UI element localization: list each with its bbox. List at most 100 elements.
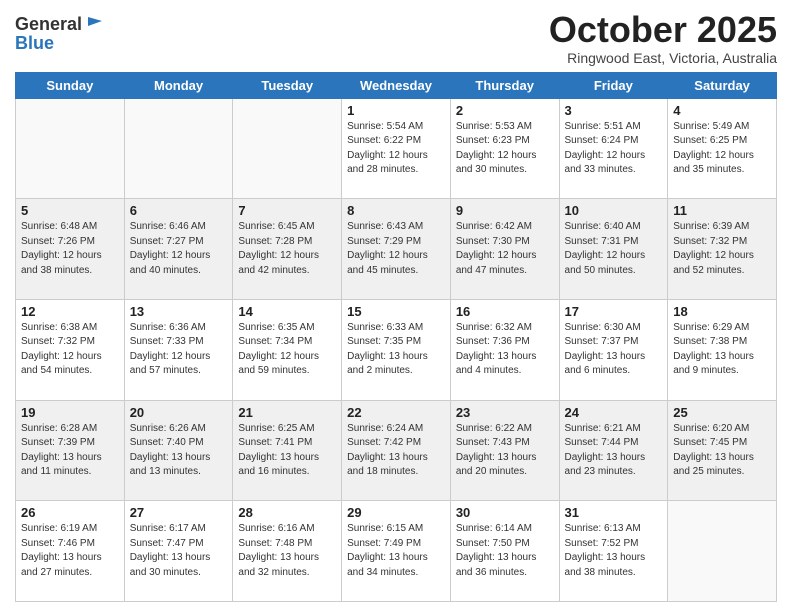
day-info: Sunrise: 6:14 AMSunset: 7:50 PMDaylight:…: [456, 522, 554, 580]
calendar-table: SundayMondayTuesdayWednesdayThursdayFrid…: [15, 72, 777, 602]
calendar-cell-3-4: 23 Sunrise: 6:22 AMSunset: 7:43 PMDayligh…: [450, 400, 559, 501]
header: General Blue October 2025 Ringwood East,…: [15, 10, 777, 66]
calendar-cell-1-0: 5 Sunrise: 6:48 AMSunset: 7:26 PMDaylight…: [16, 199, 125, 300]
calendar-cell-1-3: 8Sunrise: 6:43 AMSunset: 7:29 PMDaylight…: [342, 199, 451, 300]
calendar-cell-2-6: 18 Sunrise: 6:29 AMSunset: 7:38 PMDayligh…: [668, 299, 777, 400]
day-number: 2: [456, 103, 554, 118]
calendar-cell-2-3: 15 Sunrise: 6:33 AMSunset: 7:35 PMDayligh…: [342, 299, 451, 400]
calendar-cell-4-2: 28 Sunrise: 6:16 AMSunset: 7:48 PMDayligh…: [233, 501, 342, 602]
day-info: Sunrise: 5:49 AMSunset: 6:25 PMDaylight:…: [673, 120, 771, 178]
day-info: Sunrise: 6:21 AMSunset: 7:44 PMDaylight:…: [565, 422, 663, 480]
weekday-header-monday: Monday: [124, 72, 233, 98]
day-info: Sunrise: 6:29 AMSunset: 7:38 PMDaylight:…: [673, 321, 771, 379]
day-number: 20: [130, 405, 228, 420]
day-info: Sunrise: 6:15 AMSunset: 7:49 PMDaylight:…: [347, 522, 445, 580]
calendar-cell-0-0: [16, 98, 125, 199]
calendar-cell-3-1: 20 Sunrise: 6:26 AMSunset: 7:40 PMDayligh…: [124, 400, 233, 501]
day-number: 1: [347, 103, 445, 118]
day-number: 3: [565, 103, 663, 118]
calendar-row-4: 26 Sunrise: 6:19 AMSunset: 7:46 PMDayligh…: [16, 501, 777, 602]
day-number: 28: [238, 505, 336, 520]
day-number: 13: [130, 304, 228, 319]
title-block: October 2025 Ringwood East, Victoria, Au…: [549, 10, 777, 66]
day-info: Sunrise: 6:33 AMSunset: 7:35 PMDaylight:…: [347, 321, 445, 379]
day-info: Sunrise: 6:30 AMSunset: 7:37 PMDaylight:…: [565, 321, 663, 379]
weekday-header-saturday: Saturday: [668, 72, 777, 98]
calendar-cell-3-5: 24 Sunrise: 6:21 AMSunset: 7:44 PMDayligh…: [559, 400, 668, 501]
weekday-header-friday: Friday: [559, 72, 668, 98]
day-info: Sunrise: 6:20 AMSunset: 7:45 PMDaylight:…: [673, 422, 771, 480]
day-number: 4: [673, 103, 771, 118]
day-info: Sunrise: 5:51 AMSunset: 6:24 PMDaylight:…: [565, 120, 663, 178]
calendar-row-2: 12 Sunrise: 6:38 AMSunset: 7:32 PMDayligh…: [16, 299, 777, 400]
day-info: Sunrise: 6:48 AMSunset: 7:26 PMDaylight:…: [21, 220, 119, 278]
calendar-cell-1-2: 7Sunrise: 6:45 AMSunset: 7:28 PMDaylight…: [233, 199, 342, 300]
page: General Blue October 2025 Ringwood East,…: [0, 0, 792, 612]
logo-general-text: General: [15, 14, 82, 35]
day-number: 23: [456, 405, 554, 420]
calendar-cell-0-3: 1Sunrise: 5:54 AMSunset: 6:22 PMDaylight…: [342, 98, 451, 199]
calendar-cell-1-5: 10 Sunrise: 6:40 AMSunset: 7:31 PMDayligh…: [559, 199, 668, 300]
day-number: 6: [130, 203, 228, 218]
month-title: October 2025: [549, 10, 777, 50]
day-number: 31: [565, 505, 663, 520]
day-number: 24: [565, 405, 663, 420]
day-info: Sunrise: 6:19 AMSunset: 7:46 PMDaylight:…: [21, 522, 119, 580]
calendar-cell-0-6: 4 Sunrise: 5:49 AMSunset: 6:25 PMDaylight…: [668, 98, 777, 199]
day-number: 8: [347, 203, 445, 218]
day-info: Sunrise: 6:40 AMSunset: 7:31 PMDaylight:…: [565, 220, 663, 278]
location-subtitle: Ringwood East, Victoria, Australia: [549, 50, 777, 66]
day-number: 30: [456, 505, 554, 520]
day-info: Sunrise: 6:36 AMSunset: 7:33 PMDaylight:…: [130, 321, 228, 379]
calendar-cell-4-5: 31Sunrise: 6:13 AMSunset: 7:52 PMDayligh…: [559, 501, 668, 602]
day-info: Sunrise: 6:26 AMSunset: 7:40 PMDaylight:…: [130, 422, 228, 480]
logo: General Blue: [15, 14, 106, 54]
calendar-cell-4-6: [668, 501, 777, 602]
calendar-cell-3-3: 22Sunrise: 6:24 AMSunset: 7:42 PMDayligh…: [342, 400, 451, 501]
calendar-row-1: 5 Sunrise: 6:48 AMSunset: 7:26 PMDaylight…: [16, 199, 777, 300]
calendar-cell-0-1: [124, 98, 233, 199]
day-info: Sunrise: 6:16 AMSunset: 7:48 PMDaylight:…: [238, 522, 336, 580]
weekday-header-sunday: Sunday: [16, 72, 125, 98]
calendar-cell-3-6: 25Sunrise: 6:20 AMSunset: 7:45 PMDayligh…: [668, 400, 777, 501]
day-info: Sunrise: 6:38 AMSunset: 7:32 PMDaylight:…: [21, 321, 119, 379]
day-number: 5: [21, 203, 119, 218]
calendar-cell-4-4: 30 Sunrise: 6:14 AMSunset: 7:50 PMDayligh…: [450, 501, 559, 602]
day-info: Sunrise: 6:42 AMSunset: 7:30 PMDaylight:…: [456, 220, 554, 278]
calendar-cell-1-4: 9Sunrise: 6:42 AMSunset: 7:30 PMDaylight…: [450, 199, 559, 300]
calendar-row-3: 19 Sunrise: 6:28 AMSunset: 7:39 PMDayligh…: [16, 400, 777, 501]
day-number: 18: [673, 304, 771, 319]
day-number: 22: [347, 405, 445, 420]
day-number: 16: [456, 304, 554, 319]
day-number: 10: [565, 203, 663, 218]
day-info: Sunrise: 6:39 AMSunset: 7:32 PMDaylight:…: [673, 220, 771, 278]
calendar-cell-2-1: 13 Sunrise: 6:36 AMSunset: 7:33 PMDayligh…: [124, 299, 233, 400]
day-info: Sunrise: 6:32 AMSunset: 7:36 PMDaylight:…: [456, 321, 554, 379]
calendar-cell-2-5: 17 Sunrise: 6:30 AMSunset: 7:37 PMDayligh…: [559, 299, 668, 400]
day-number: 29: [347, 505, 445, 520]
calendar-cell-1-1: 6 Sunrise: 6:46 AMSunset: 7:27 PMDaylight…: [124, 199, 233, 300]
day-info: Sunrise: 6:22 AMSunset: 7:43 PMDaylight:…: [456, 422, 554, 480]
day-number: 26: [21, 505, 119, 520]
day-number: 7: [238, 203, 336, 218]
calendar-cell-0-5: 3 Sunrise: 5:51 AMSunset: 6:24 PMDaylight…: [559, 98, 668, 199]
calendar-cell-3-2: 21Sunrise: 6:25 AMSunset: 7:41 PMDayligh…: [233, 400, 342, 501]
day-info: Sunrise: 6:28 AMSunset: 7:39 PMDaylight:…: [21, 422, 119, 480]
calendar-header-row: SundayMondayTuesdayWednesdayThursdayFrid…: [16, 72, 777, 98]
logo-blue-text: Blue: [15, 33, 106, 54]
day-number: 19: [21, 405, 119, 420]
calendar-cell-2-2: 14Sunrise: 6:35 AMSunset: 7:34 PMDayligh…: [233, 299, 342, 400]
calendar-cell-3-0: 19 Sunrise: 6:28 AMSunset: 7:39 PMDayligh…: [16, 400, 125, 501]
day-info: Sunrise: 5:53 AMSunset: 6:23 PMDaylight:…: [456, 120, 554, 178]
calendar-cell-4-0: 26 Sunrise: 6:19 AMSunset: 7:46 PMDayligh…: [16, 501, 125, 602]
day-number: 27: [130, 505, 228, 520]
weekday-header-wednesday: Wednesday: [342, 72, 451, 98]
day-number: 21: [238, 405, 336, 420]
day-number: 17: [565, 304, 663, 319]
day-number: 12: [21, 304, 119, 319]
day-info: Sunrise: 6:46 AMSunset: 7:27 PMDaylight:…: [130, 220, 228, 278]
day-number: 15: [347, 304, 445, 319]
calendar-cell-4-3: 29 Sunrise: 6:15 AMSunset: 7:49 PMDayligh…: [342, 501, 451, 602]
calendar-cell-0-2: [233, 98, 342, 199]
calendar-cell-4-1: 27Sunrise: 6:17 AMSunset: 7:47 PMDayligh…: [124, 501, 233, 602]
